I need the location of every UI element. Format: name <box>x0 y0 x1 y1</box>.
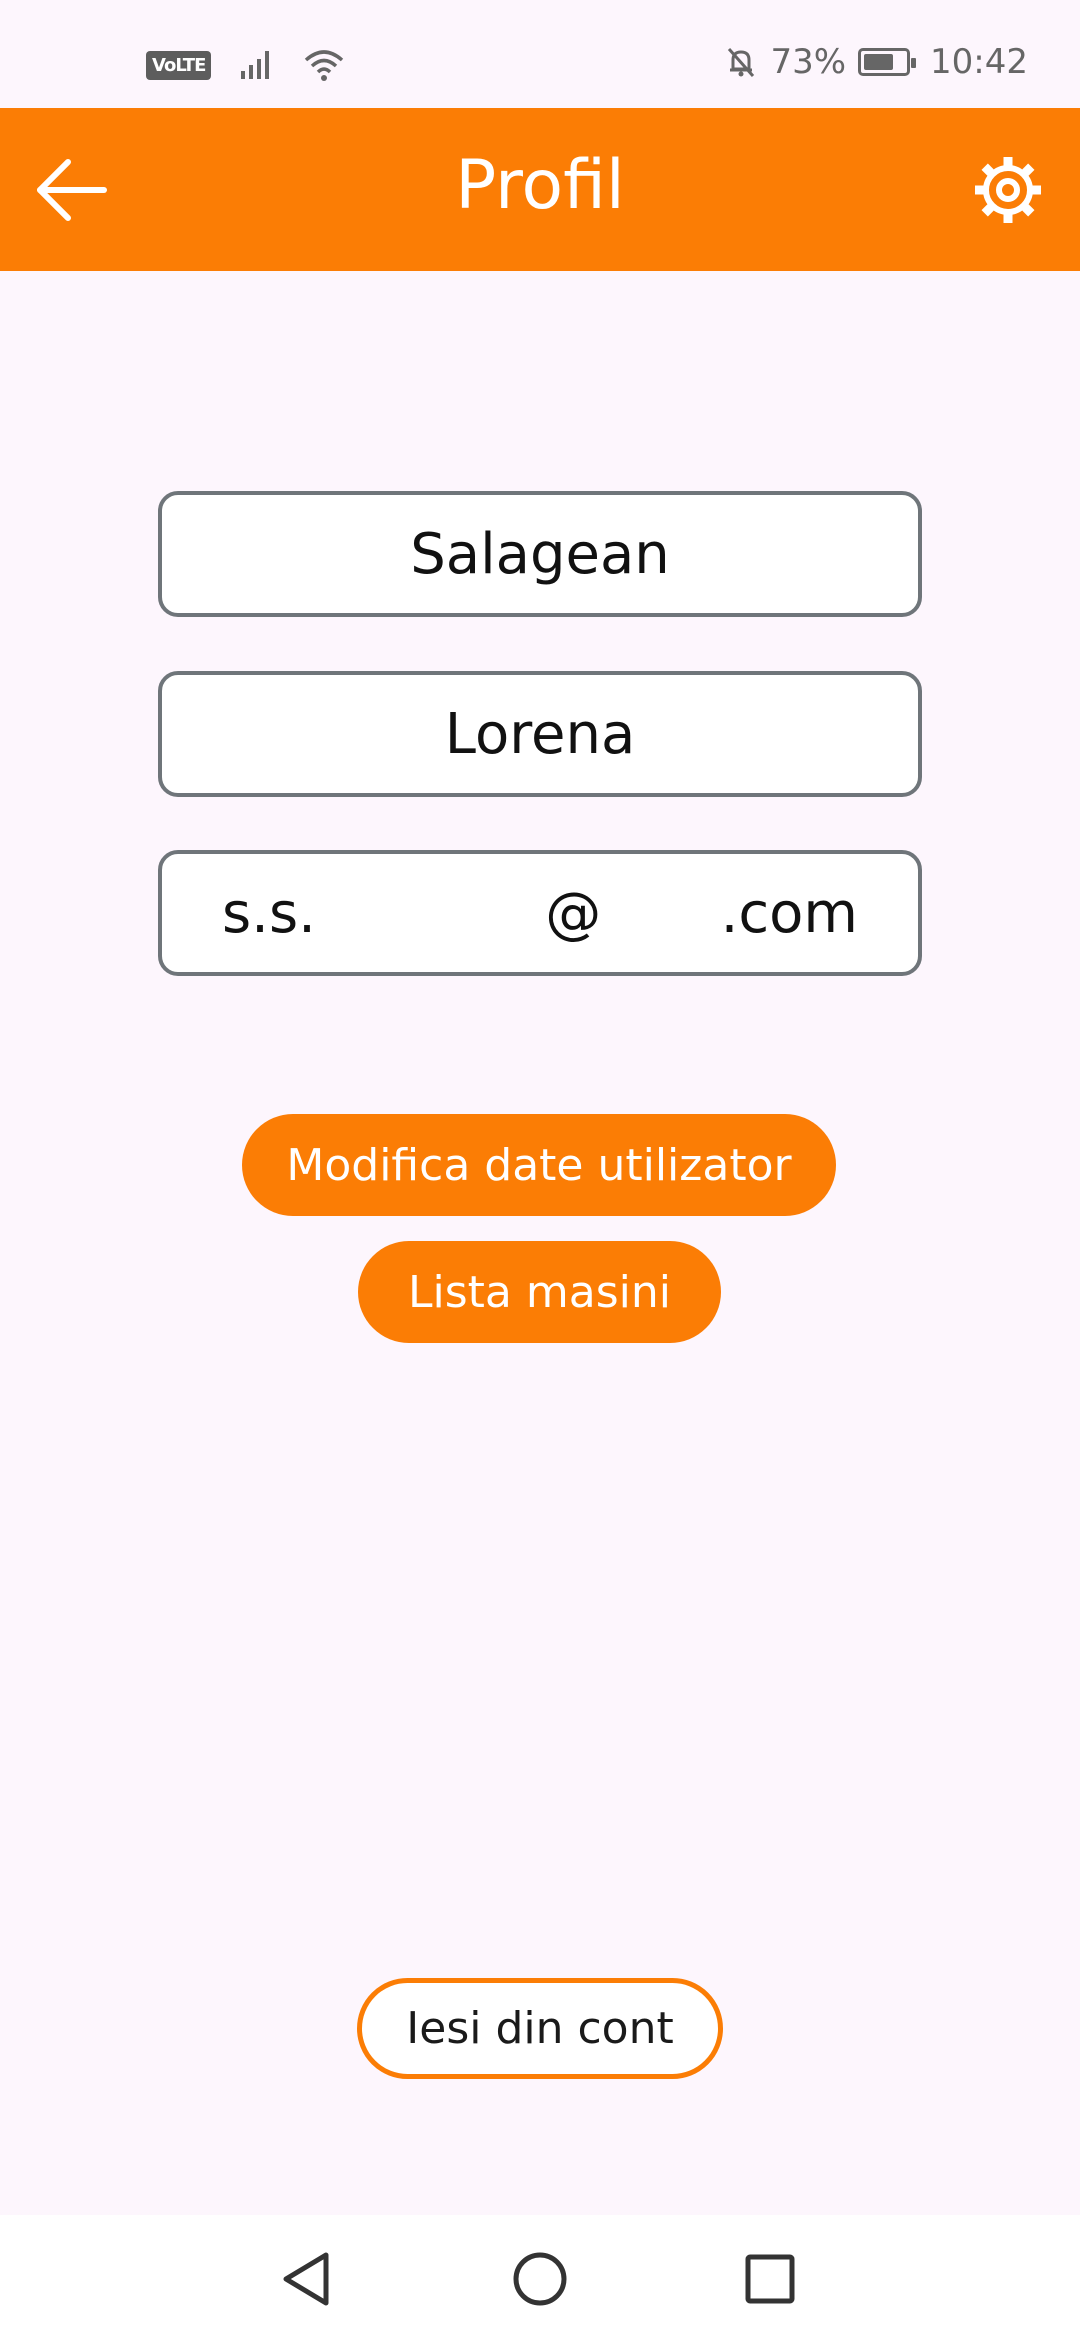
logout-label: Iesi din cont <box>406 2003 674 2054</box>
email-local-part: s.s. <box>222 880 316 946</box>
profile-screen: VoLTE 73% 10:42 Profil Salagean Lorena s… <box>0 0 1080 2340</box>
triangle-back-icon <box>283 2252 329 2306</box>
app-bar: Profil <box>0 108 1080 271</box>
clock: 10:42 <box>930 42 1028 82</box>
status-left: VoLTE <box>146 48 345 82</box>
square-recents-icon <box>745 2254 795 2304</box>
email-at-sign: @ <box>545 880 602 946</box>
first-name-value: Lorena <box>444 701 636 767</box>
settings-button[interactable] <box>966 148 1050 232</box>
first-name-field[interactable]: Lorena <box>158 671 922 797</box>
signal-icon <box>241 51 270 79</box>
system-nav-bar <box>0 2215 1080 2340</box>
volte-badge: VoLTE <box>146 50 212 80</box>
surname-field[interactable]: Salagean <box>158 491 922 617</box>
wifi-icon <box>305 50 344 81</box>
modify-user-data-button[interactable]: Modifica date utilizator <box>242 1114 836 1216</box>
email-field[interactable]: s.s. @ .com <box>158 850 922 976</box>
battery-level <box>864 54 894 70</box>
mute-bell-icon <box>728 48 755 77</box>
circle-home-icon <box>513 2252 567 2306</box>
page-title: Profil <box>455 146 625 225</box>
battery-percent: 73% <box>770 42 847 82</box>
email-domain-suffix: .com <box>720 880 858 946</box>
status-bar: VoLTE 73% 10:42 <box>0 0 1080 108</box>
car-list-button[interactable]: Lista masini <box>358 1241 721 1343</box>
nav-back-button[interactable] <box>276 2247 340 2311</box>
battery-icon <box>858 48 917 76</box>
modify-user-data-label: Modifica date utilizator <box>286 1139 792 1191</box>
nav-home-button[interactable] <box>508 2247 572 2311</box>
gear-icon <box>975 157 1041 223</box>
nav-recents-button[interactable] <box>738 2247 802 2311</box>
status-right: 73% 10:42 <box>724 42 1028 82</box>
logout-button[interactable]: Iesi din cont <box>357 1978 723 2079</box>
surname-value: Salagean <box>410 521 670 587</box>
car-list-label: Lista masini <box>408 1266 671 1318</box>
